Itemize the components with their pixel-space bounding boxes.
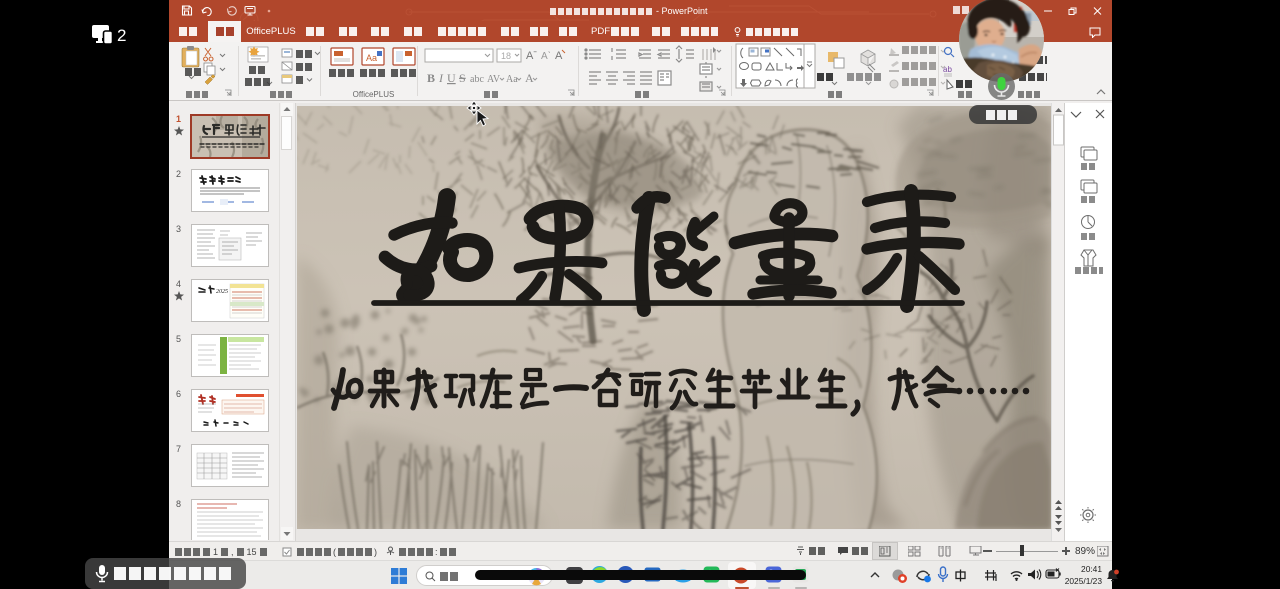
svg-text:A: A bbox=[525, 71, 534, 85]
svg-text:B: B bbox=[427, 71, 435, 85]
svg-text:Aˋ: Aˋ bbox=[541, 50, 551, 62]
svg-text:2: 2 bbox=[117, 26, 126, 45]
svg-text:2025: 2025 bbox=[216, 289, 228, 295]
svg-text:Aˉ: Aˉ bbox=[526, 50, 537, 62]
svg-text:A: A bbox=[555, 50, 563, 62]
svg-text:S: S bbox=[459, 71, 466, 85]
svg-text:abc: abc bbox=[470, 74, 484, 85]
svg-text:Aa: Aa bbox=[366, 53, 377, 63]
svg-text:U: U bbox=[447, 71, 456, 85]
svg-text:ab: ab bbox=[943, 65, 952, 74]
svg-text:Aa: Aa bbox=[506, 74, 518, 85]
svg-text:AV: AV bbox=[487, 74, 501, 85]
svg-text:18: 18 bbox=[501, 51, 511, 61]
svg-text:I: I bbox=[438, 71, 444, 85]
